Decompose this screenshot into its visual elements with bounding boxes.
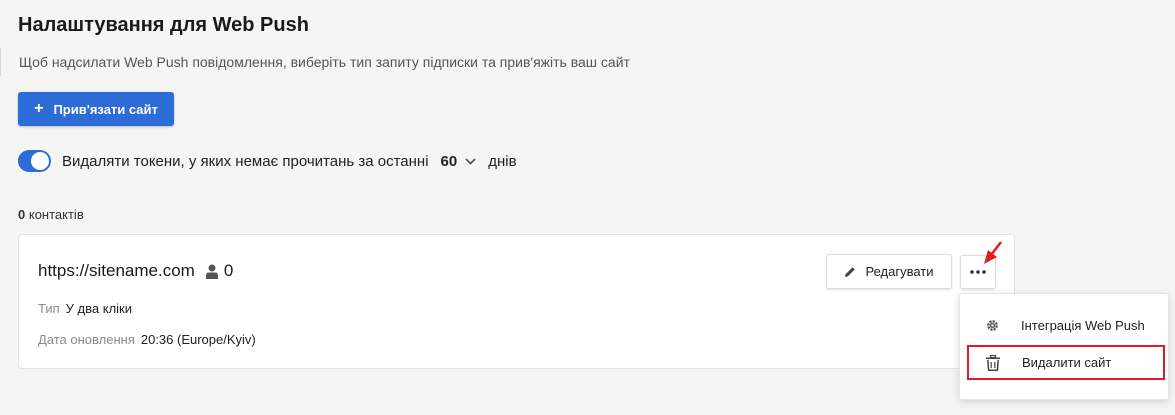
site-updated-value: 20:36 (Europe/Kyiv) xyxy=(140,332,256,347)
token-cleanup-toggle[interactable] xyxy=(18,150,51,172)
contacts-label: контактів xyxy=(28,207,84,222)
menu-item-delete-site[interactable]: Видалити сайт xyxy=(967,345,1165,380)
site-type-row: Тип У два кліки xyxy=(38,301,132,316)
contacts-number: 0 xyxy=(18,207,26,222)
token-cleanup-setting: Видаляти токени, у яких немає прочитань … xyxy=(18,149,517,173)
more-dots-icon xyxy=(970,270,986,274)
edit-site-button[interactable]: Редагувати xyxy=(826,254,952,289)
link-site-button[interactable]: + Прив'язати сайт xyxy=(18,92,174,126)
toggle-knob xyxy=(31,152,49,170)
more-options-menu: Інтеграція Web Push Видалити сайт xyxy=(959,293,1169,400)
site-url: https://sitename.com xyxy=(38,261,195,280)
site-header: https://sitename.com 0 xyxy=(38,261,233,281)
person-icon xyxy=(205,264,218,279)
plus-icon: + xyxy=(34,100,44,117)
days-select[interactable]: 60 xyxy=(441,153,477,170)
site-updated-label: Дата оновлення xyxy=(38,332,135,347)
days-value: 60 xyxy=(440,152,458,170)
page-title: Налаштування для Web Push xyxy=(18,14,309,36)
menu-item-label: Видалити сайт xyxy=(1022,355,1112,370)
chevron-down-icon xyxy=(465,157,476,165)
subscriber-count: 0 xyxy=(223,261,234,280)
pencil-icon xyxy=(845,266,856,277)
trash-icon xyxy=(981,354,1005,371)
subtitle-container: Щоб надсилати Web Push повідомлення, виб… xyxy=(0,48,630,76)
link-site-label: Прив'язати сайт xyxy=(53,101,158,117)
site-type-label: Тип xyxy=(38,301,60,316)
edit-site-label: Редагувати xyxy=(865,264,934,279)
menu-item-label: Інтеграція Web Push xyxy=(1021,317,1145,333)
page-subtitle: Щоб надсилати Web Push повідомлення, виб… xyxy=(19,54,630,70)
site-type-value: У два кліки xyxy=(65,301,132,316)
token-cleanup-label: Видаляти токени, у яких немає прочитань … xyxy=(62,152,429,170)
site-updated-row: Дата оновлення 20:36 (Europe/Kyiv) xyxy=(38,332,256,347)
days-unit: днів xyxy=(488,152,517,170)
menu-item-web-push-integration[interactable]: Інтеграція Web Push xyxy=(968,309,1164,341)
annotation-arrow-icon xyxy=(984,241,1002,264)
gear-icon xyxy=(980,319,1004,332)
contacts-count: 0 контактів xyxy=(18,207,84,222)
site-card: https://sitename.com 0 Тип У два кліки Д… xyxy=(18,234,1015,369)
